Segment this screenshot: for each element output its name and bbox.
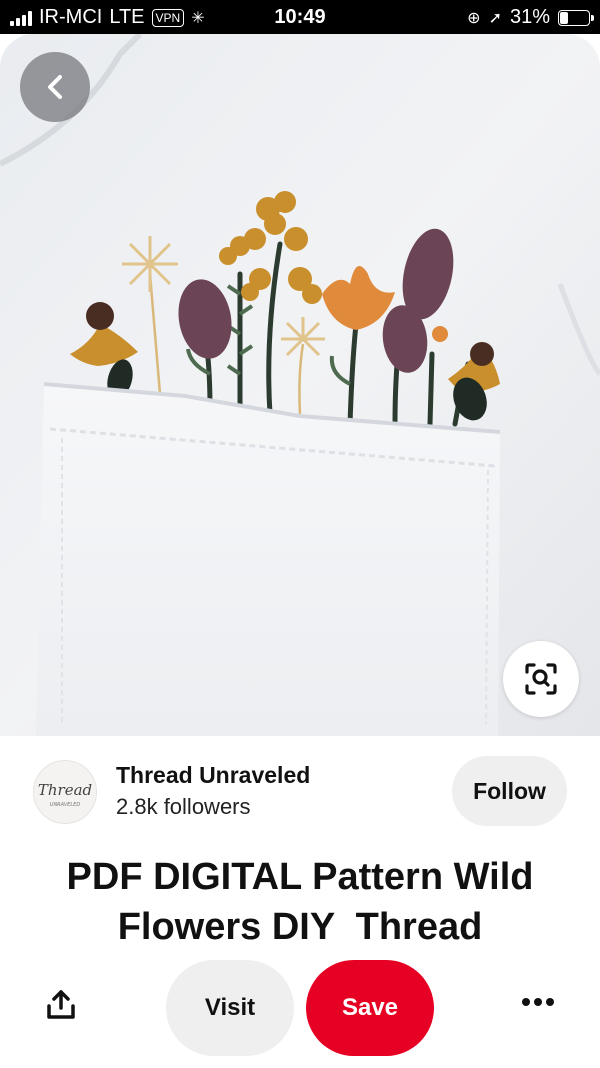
creator-followers: 2.8k followers — [116, 794, 251, 819]
status-bar: IR-MCI LTE VPN ✳ 10:49 ⊕ ➚ 31% — [0, 0, 600, 34]
embroidery-photo — [0, 34, 600, 736]
battery-percent: 31% — [509, 6, 550, 28]
follow-button[interactable]: Follow — [452, 756, 567, 826]
svg-text:UNRAVELED: UNRAVELED — [50, 802, 81, 808]
status-right: ⊕ ➚ 31% — [467, 6, 594, 29]
creator-name[interactable]: Thread Unraveled — [116, 762, 310, 789]
creator-avatar[interactable]: Thread UNRAVELED — [33, 760, 97, 824]
action-bar: Visit Save — [0, 946, 600, 1068]
location-icon: ➚ — [488, 9, 502, 27]
visual-search-icon — [525, 663, 557, 695]
creator-logo: Thread UNRAVELED — [38, 781, 92, 808]
save-button[interactable]: Save — [306, 960, 434, 1056]
share-icon[interactable] — [44, 988, 78, 1022]
chevron-left-icon — [48, 75, 62, 99]
pin-image[interactable] — [0, 34, 600, 736]
pin-title-line-1: PDF DIGITAL Pattern Wild — [66, 856, 534, 898]
more-icon[interactable] — [522, 998, 554, 1006]
battery-icon — [558, 9, 594, 26]
visual-search-button[interactable] — [503, 641, 579, 717]
svg-text:Thread: Thread — [38, 781, 92, 799]
battery-fill — [560, 11, 568, 24]
visit-button[interactable]: Visit — [166, 960, 294, 1056]
orientation-lock-icon: ⊕ — [467, 9, 481, 27]
pin-title: PDF DIGITAL Pattern Wild Flowers DIY Thr… — [0, 852, 600, 952]
back-button[interactable] — [20, 52, 90, 122]
creator-row: Thread UNRAVELED Thread Unraveled 2.8k f… — [0, 736, 600, 846]
pin-title-line-2: Flowers DIY Thread — [117, 906, 483, 948]
